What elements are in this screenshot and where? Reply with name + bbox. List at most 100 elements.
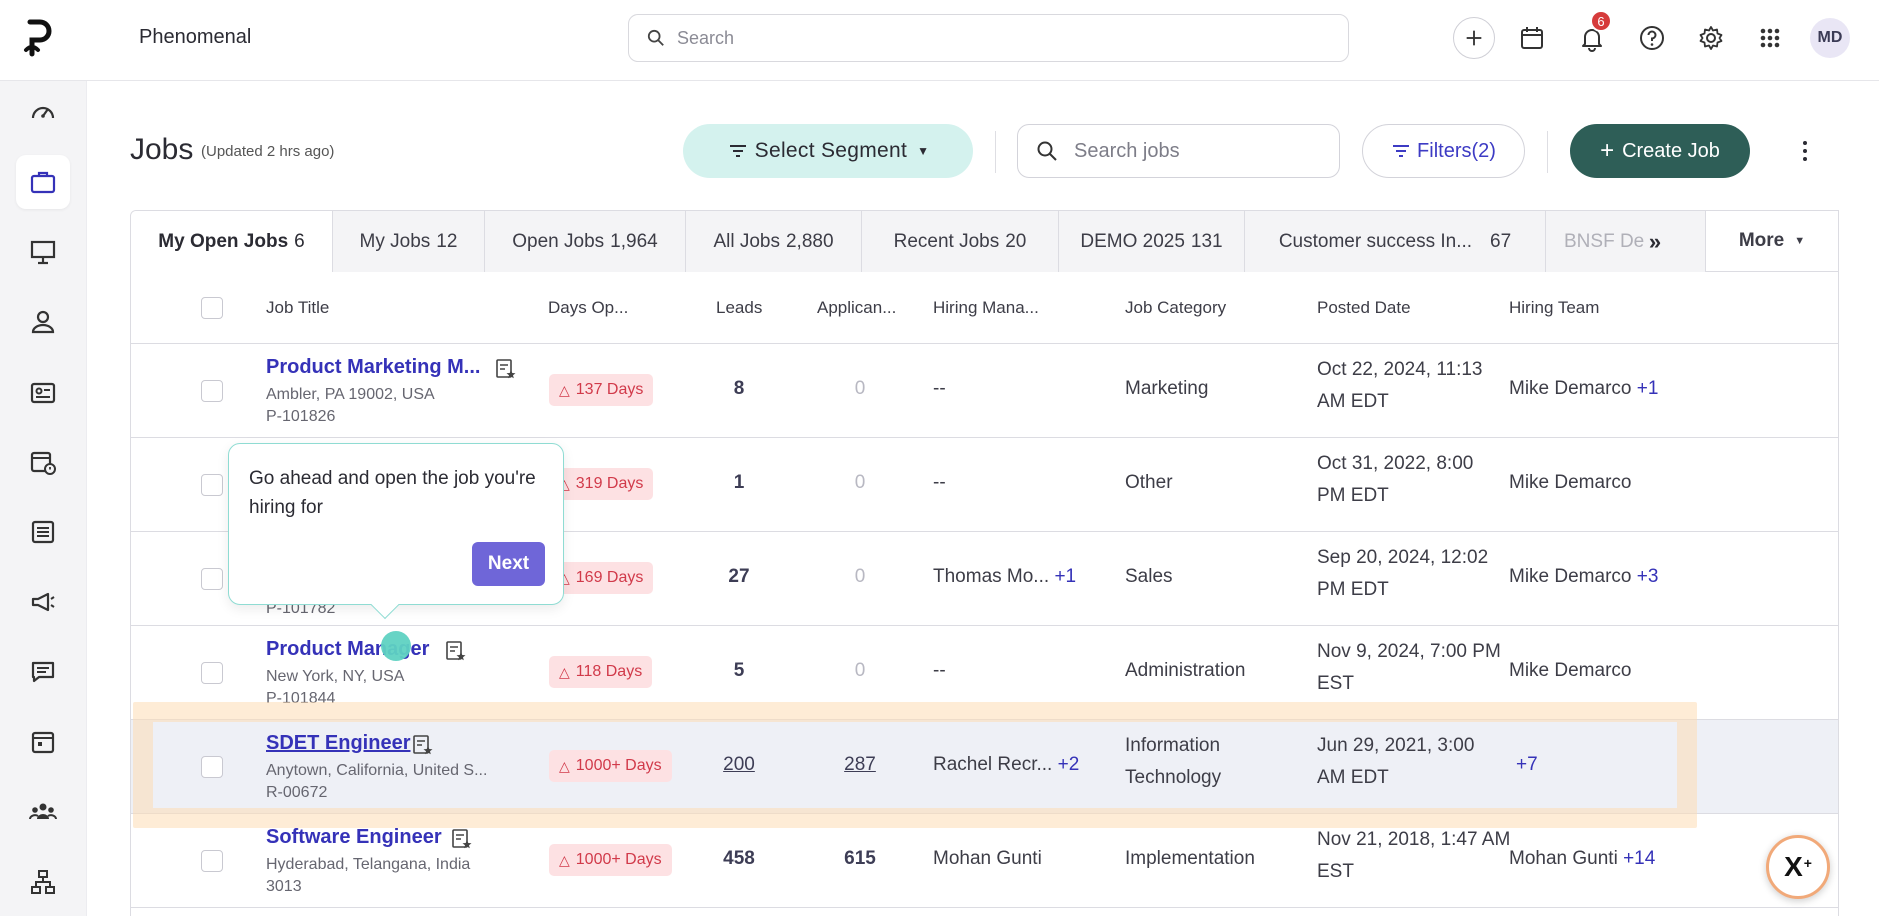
tab-demo-2025[interactable]: DEMO 2025 131 <box>1059 211 1245 272</box>
guided-tour-beacon[interactable] <box>381 631 411 661</box>
create-job-button[interactable]: + Create Job <box>1570 124 1750 178</box>
template-star-icon[interactable] <box>495 358 517 380</box>
add-button[interactable] <box>1453 17 1495 59</box>
hiring-team: +7 <box>1516 754 1538 776</box>
table-row[interactable]: Software Engineer Hyderabad, Telangana, … <box>131 814 1838 908</box>
assistant-button[interactable]: X + <box>1766 835 1830 899</box>
applicants-count: 0 <box>854 472 866 493</box>
days-open-value: 137 Days <box>575 381 644 398</box>
column-header-job-category[interactable]: Job Category <box>1125 298 1226 318</box>
calendar-icon <box>1521 27 1543 49</box>
column-header-hiring-manager[interactable]: Hiring Mana... <box>933 298 1039 318</box>
tab-count: 131 <box>1190 231 1223 252</box>
sidebar-item-teams[interactable] <box>16 785 70 839</box>
tab-my-jobs[interactable]: My Jobs 12 <box>333 211 485 272</box>
id-card-icon <box>30 382 56 404</box>
column-header-posted-date[interactable]: Posted Date <box>1317 298 1411 318</box>
row-checkbox[interactable] <box>201 568 223 590</box>
row-checkbox[interactable] <box>201 850 223 872</box>
more-tabs-button[interactable]: More ▼ <box>1705 210 1839 272</box>
column-header-hiring-team[interactable]: Hiring Team <box>1509 298 1599 318</box>
filters-button[interactable]: Filters(2) <box>1362 124 1525 178</box>
posted-date: Oct 31, 2022, 8:00 PM EDT <box>1317 448 1473 512</box>
hiring-team-more[interactable]: +1 <box>1637 378 1659 399</box>
sidebar-item-presentation[interactable] <box>16 225 70 279</box>
sidebar-item-org-chart[interactable] <box>16 855 70 909</box>
job-title-link[interactable]: Product Marketing M... <box>266 356 480 379</box>
hiring-team-more[interactable]: +14 <box>1623 848 1655 869</box>
tab-recent-jobs[interactable]: Recent Jobs 20 <box>862 211 1059 272</box>
applicants-count[interactable]: 615 <box>830 848 890 870</box>
tooltip-next-button[interactable]: Next <box>472 542 545 586</box>
column-header-days-open[interactable]: Days Op... <box>548 298 628 318</box>
row-checkbox[interactable] <box>201 662 223 684</box>
filter-lines-icon <box>729 145 746 157</box>
sidebar-item-profiles[interactable] <box>16 365 70 419</box>
hiring-team: Mike Demarco +3 <box>1509 566 1658 588</box>
hiring-manager: -- <box>933 472 946 493</box>
applicants-count: 0 <box>854 660 866 681</box>
hiring-team-more[interactable]: +7 <box>1516 754 1538 775</box>
apps-grid-button[interactable] <box>1750 18 1790 58</box>
job-title-link[interactable]: Software Engineer <box>266 826 442 849</box>
row-checkbox[interactable] <box>201 380 223 402</box>
leads-count[interactable]: 458 <box>709 848 769 870</box>
job-title-link[interactable]: SDET Engineer <box>266 732 410 755</box>
notifications-button[interactable]: 6 <box>1572 10 1612 58</box>
user-avatar[interactable]: MD <box>1810 18 1850 58</box>
template-star-icon[interactable] <box>445 640 467 662</box>
sidebar-item-jobs[interactable] <box>16 155 70 209</box>
help-icon <box>1640 26 1664 50</box>
select-segment-button[interactable]: Select Segment ▼ <box>683 124 973 178</box>
sidebar-item-campaigns[interactable] <box>16 575 70 629</box>
column-header-leads[interactable]: Leads <box>716 298 762 318</box>
tab-bnsf[interactable]: BNSF De <box>1546 211 1706 272</box>
more-options-kebab-icon[interactable] <box>1795 136 1815 166</box>
sidebar-item-calendar[interactable] <box>16 715 70 769</box>
template-star-icon[interactable] <box>412 734 434 756</box>
sidebar-item-dashboard[interactable] <box>16 85 70 139</box>
filters-label: Filters(2) <box>1417 139 1496 162</box>
posted-date-line: EST <box>1317 861 1354 882</box>
column-header-job-title[interactable]: Job Title <box>266 298 329 318</box>
leads-count[interactable]: 27 <box>709 566 769 588</box>
tab-label: My Jobs <box>359 231 431 252</box>
column-header-applicants[interactable]: Applican... <box>817 298 896 318</box>
table-row[interactable]: Product Marketing M... Ambler, PA 19002,… <box>131 344 1838 438</box>
tab-my-open-jobs[interactable]: My Open Jobs 6 <box>131 211 333 272</box>
table-row-highlighted[interactable]: SDET Engineer Anytown, California, Unite… <box>131 720 1838 814</box>
tab-all-jobs[interactable]: All Jobs 2,880 <box>686 211 862 272</box>
tabs-scroll-right-icon[interactable]: » <box>1640 222 1670 262</box>
sidebar-item-messages[interactable] <box>16 645 70 699</box>
tab-open-jobs[interactable]: Open Jobs 1,964 <box>485 211 686 272</box>
sidebar-item-candidates[interactable] <box>16 295 70 349</box>
row-checkbox[interactable] <box>201 474 223 496</box>
help-button[interactable] <box>1632 18 1672 58</box>
leads-count[interactable]: 200 <box>709 754 769 776</box>
sidebar-item-lists[interactable] <box>16 505 70 559</box>
select-all-checkbox[interactable] <box>201 297 223 319</box>
hiring-team-more[interactable]: +3 <box>1637 566 1659 587</box>
row-checkbox[interactable] <box>201 756 223 778</box>
hiring-manager-more[interactable]: +2 <box>1058 754 1080 775</box>
calendar-button[interactable] <box>1512 18 1552 58</box>
presentation-icon <box>30 240 56 265</box>
jobs-search-input[interactable]: Search jobs <box>1017 124 1340 178</box>
segment-label: Select Segment <box>754 139 908 162</box>
days-open-badge: △ 118 Days <box>549 656 653 688</box>
hiring-manager-more[interactable]: +1 <box>1054 566 1076 587</box>
global-search-input[interactable]: Search <box>628 14 1349 62</box>
page-title: Jobs <box>130 133 194 166</box>
sidebar-item-scheduling[interactable] <box>16 435 70 489</box>
tab-customer-success[interactable]: Customer success In... 67 <box>1245 211 1546 272</box>
template-star-icon[interactable] <box>451 828 473 850</box>
person-icon <box>31 310 55 334</box>
applicants-count[interactable]: 287 <box>830 754 890 776</box>
job-category-line: Information <box>1125 735 1221 756</box>
leads-count[interactable]: 8 <box>709 378 769 400</box>
settings-button[interactable] <box>1691 18 1731 58</box>
hiring-manager-name: Thomas Mo... <box>933 566 1050 587</box>
app-logo[interactable] <box>22 18 56 58</box>
leads-count[interactable]: 1 <box>709 472 769 494</box>
leads-count[interactable]: 5 <box>709 660 769 682</box>
